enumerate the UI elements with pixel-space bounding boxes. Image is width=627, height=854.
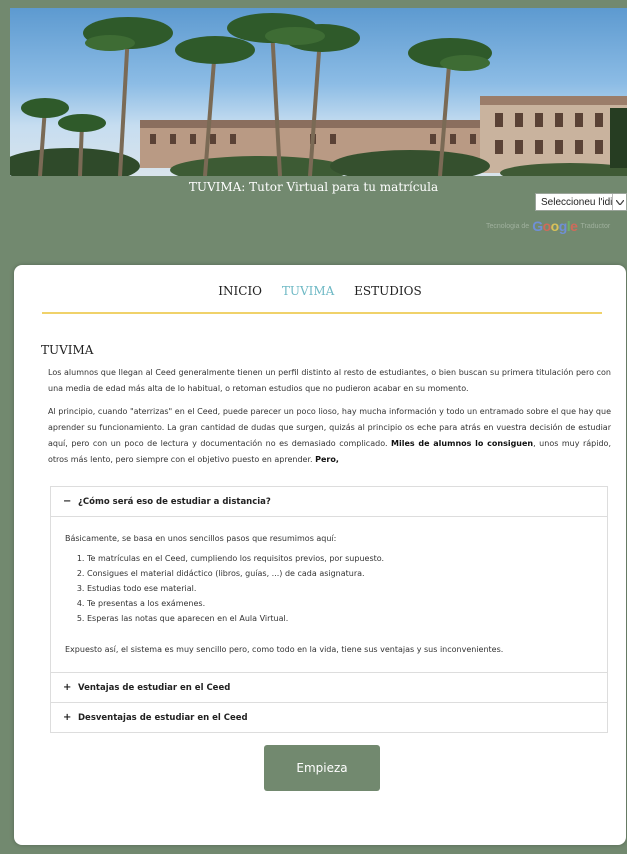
translate-suffix: Traductor bbox=[580, 222, 611, 230]
accordion-header-desventajas[interactable]: + Desventajas de estudiar en el Ceed bbox=[51, 703, 607, 732]
list-item: Esperas las notas que aparecen en el Aul… bbox=[87, 611, 593, 626]
language-select[interactable]: Seleccioneu l'idioma bbox=[535, 193, 627, 211]
accordion-header-distance[interactable]: − ¿Cómo será eso de estudiar a distancia… bbox=[51, 487, 607, 516]
nav-item-tuvima[interactable]: TUVIMA bbox=[282, 284, 334, 298]
faq-accordion: − ¿Cómo será eso de estudiar a distancia… bbox=[50, 486, 608, 733]
description-paragraph: Al principio, cuando "aterrizas" en el C… bbox=[48, 407, 611, 464]
list-item: Consigues el material didáctico (libros,… bbox=[87, 566, 593, 581]
list-item: Te matrículas en el Ceed, cumpliendo los… bbox=[87, 551, 593, 566]
main-nav: INICIO TUVIMA ESTUDIOS bbox=[14, 284, 626, 298]
page-title: TUVIMA bbox=[41, 343, 94, 357]
content-card: INICIO TUVIMA ESTUDIOS TUVIMA Los alumno… bbox=[14, 265, 626, 845]
minus-icon: − bbox=[63, 496, 72, 507]
nav-item-inicio[interactable]: INICIO bbox=[218, 284, 262, 298]
plus-icon: + bbox=[63, 712, 72, 723]
translate-prefix: Tecnologia de bbox=[486, 222, 530, 230]
accordion-header-ventajas[interactable]: + Ventajas de estudiar en el Ceed bbox=[51, 673, 607, 702]
header-banner-image bbox=[10, 8, 627, 176]
google-logo: Google bbox=[532, 218, 578, 234]
panel-outro: Expuesto así, el sistema es muy sencillo… bbox=[65, 645, 504, 654]
chevron-down-icon bbox=[612, 194, 626, 210]
start-button[interactable]: Empieza bbox=[264, 745, 380, 791]
accordion-panel-distance: Básicamente, se basa en unos sencillos p… bbox=[51, 516, 607, 673]
accordion-title: Desventajas de estudiar en el Ceed bbox=[78, 712, 248, 723]
list-item: Te presentas a los exámenes. bbox=[87, 596, 593, 611]
language-select-value: Seleccioneu l'idioma bbox=[541, 196, 612, 208]
google-translate-attribution[interactable]: Tecnologia de Google Traductor bbox=[486, 218, 627, 234]
accordion-title: Ventajas de estudiar en el Ceed bbox=[78, 682, 231, 693]
steps-list: Te matrículas en el Ceed, cumpliendo los… bbox=[87, 551, 593, 632]
nav-item-estudios[interactable]: ESTUDIOS bbox=[354, 284, 422, 298]
palm-trees-building-photo bbox=[10, 13, 627, 176]
plus-icon: + bbox=[63, 682, 72, 693]
list-item: Estudias todo ese material. bbox=[87, 581, 593, 596]
site-title: TUVIMA: Tutor Virtual para tu matrícula bbox=[188, 180, 439, 194]
accordion-title: ¿Cómo será eso de estudiar a distancia? bbox=[78, 496, 271, 507]
panel-intro: Básicamente, se basa en unos sencillos p… bbox=[65, 534, 337, 543]
nav-underline bbox=[42, 312, 602, 314]
intro-paragraph: Los alumnos que llegan al Ceed generalme… bbox=[48, 368, 611, 393]
